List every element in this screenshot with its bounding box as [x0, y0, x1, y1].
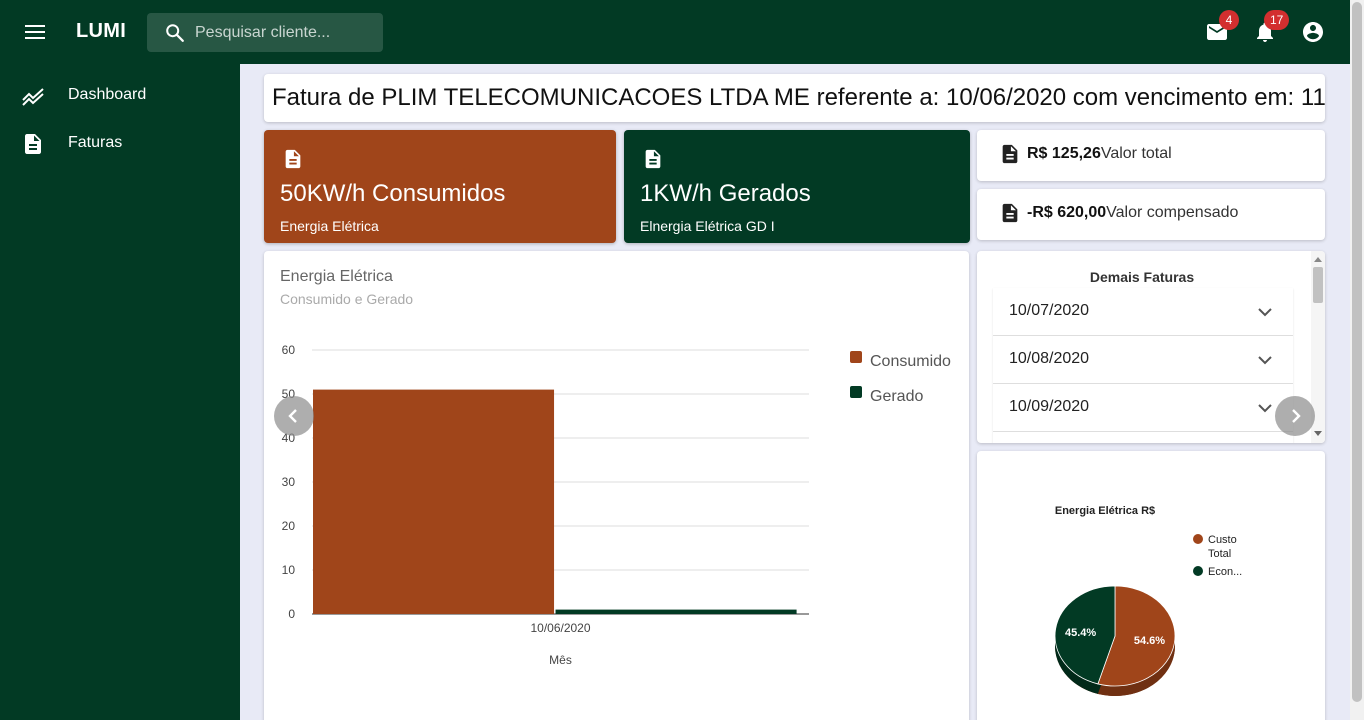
page-scrollbar-thumb[interactable] — [1352, 2, 1362, 702]
sidebar-item-label: Faturas — [68, 134, 123, 151]
other-invoices-card: Demais Faturas 10/07/2020 10/08/2020 10/… — [977, 251, 1325, 443]
consumed-energy-card: 50KW/h Consumidos Energia Elétrica — [264, 130, 616, 243]
chevron-down-icon[interactable] — [1253, 396, 1277, 420]
pie-chart: Energia Elétrica R$ 54.6% 45.4% Custo Total E… — [1054, 505, 1242, 696]
generated-label: Elnergia Elétrica GD I — [640, 218, 775, 234]
y-tick-label: 20 — [282, 519, 296, 533]
invoice-item[interactable]: 10/07/2020 — [993, 288, 1293, 336]
legend-swatch — [850, 351, 862, 363]
invoice-item[interactable]: 10/08/2020 — [993, 336, 1293, 384]
document-icon — [25, 134, 41, 154]
chevron-down-icon[interactable] — [1253, 348, 1277, 372]
compensated-value-card: -R$ 620,00Valor compensado — [977, 189, 1325, 240]
search-icon — [166, 24, 184, 42]
chevron-left-icon — [288, 409, 297, 423]
consumed-value: 50KW/h Consumidos — [280, 180, 506, 207]
pie-slice-label: 45.4% — [1065, 627, 1096, 639]
total-amount: R$ 125,26 — [1027, 145, 1101, 162]
carousel-prev-button[interactable] — [274, 396, 314, 436]
page-title: Fatura de PLIM TELECOMUNICACOES LTDA ME … — [272, 84, 1325, 111]
menu-icon[interactable] — [24, 22, 46, 42]
legend-swatch — [850, 386, 862, 398]
generated-energy-card: 1KW/h Gerados Elnergia Elétrica GD I — [624, 130, 970, 243]
document-icon — [645, 149, 661, 169]
invoice-date: 10/08/2020 — [1009, 350, 1090, 367]
generated-value: 1KW/h Gerados — [640, 180, 811, 207]
compensated-amount: -R$ 620,00 — [1027, 204, 1107, 221]
chevron-right-icon — [1292, 409, 1301, 423]
sidebar-item-dashboard[interactable]: Dashboard — [0, 72, 240, 120]
bar-chart: 010203040506010/06/2020MêsConsumidoGerad… — [282, 343, 951, 667]
sidebar-item-faturas[interactable]: Faturas — [0, 120, 240, 168]
document-icon — [1002, 203, 1018, 223]
y-tick-label: 10 — [282, 563, 296, 577]
sidebar-item-label: Dashboard — [68, 86, 147, 103]
scroll-down-arrow[interactable] — [1314, 431, 1322, 436]
search-input[interactable] — [195, 13, 381, 52]
invoice-item[interactable]: 10/09/2020 — [993, 384, 1293, 432]
legend-label: Custo Total — [1208, 534, 1237, 560]
total-value-card: R$ 125,26Valor total — [977, 130, 1325, 181]
account-icon[interactable] — [1301, 20, 1325, 44]
total-label: Valor total — [1100, 145, 1172, 162]
legend-label: Econ... — [1208, 566, 1242, 578]
pie-title: Energia Elétrica R$ — [1055, 505, 1155, 517]
y-tick-label: 30 — [282, 475, 296, 489]
notification-count-badge: 17 — [1264, 10, 1290, 30]
app-brand[interactable]: LUMI — [76, 20, 126, 43]
y-tick-label: 60 — [282, 343, 296, 357]
page-scrollbar[interactable] — [1350, 0, 1364, 720]
sidebar: Dashboard Faturas — [0, 64, 240, 720]
carousel-next-button[interactable] — [1275, 396, 1315, 436]
compensated-label: Valor compensado — [1106, 204, 1239, 221]
x-axis-label: Mês — [549, 653, 572, 667]
chevron-down-icon[interactable] — [1253, 300, 1277, 324]
invoice-date: 10/09/2020 — [1009, 398, 1090, 415]
app-bar: LUMI 4 17 — [0, 0, 1350, 64]
x-tick-label: 10/06/2020 — [530, 621, 590, 635]
pie-slice-label: 54.6% — [1134, 635, 1165, 647]
invoices-scrollbar-thumb[interactable] — [1313, 267, 1323, 303]
invoices-list: 10/07/2020 10/08/2020 10/09/2020 — [993, 288, 1293, 443]
energy-bar-chart-card: Energia Elétrica Consumido e Gerado 0 10 2… — [264, 251, 969, 720]
y-tick-label: 0 — [288, 607, 295, 621]
energy-pie-chart-card: Energia Elétrica R$ 54.6% 45.4% Custo Total E… — [977, 451, 1325, 720]
scroll-up-arrow[interactable] — [1314, 257, 1322, 262]
legend-label: Gerado — [870, 388, 923, 405]
invoice-date: 10/07/2020 — [1009, 302, 1090, 319]
bar-gerado — [555, 609, 797, 614]
document-icon — [285, 149, 301, 169]
invoice-item[interactable] — [993, 432, 1293, 443]
legend-label: Consumido — [870, 353, 951, 370]
invoices-title: Demais Faturas — [1089, 269, 1195, 285]
consumed-label: Energia Elétrica — [280, 218, 379, 234]
chart-line-icon — [22, 88, 44, 106]
bar-consumido — [313, 389, 555, 614]
document-icon — [1002, 144, 1018, 164]
invoice-header-card: Fatura de PLIM TELECOMUNICACOES LTDA ME … — [264, 74, 1325, 122]
search-box[interactable] — [147, 13, 383, 52]
mail-count-badge: 4 — [1219, 10, 1239, 30]
legend-swatch — [1193, 566, 1203, 576]
legend-swatch — [1193, 534, 1203, 544]
